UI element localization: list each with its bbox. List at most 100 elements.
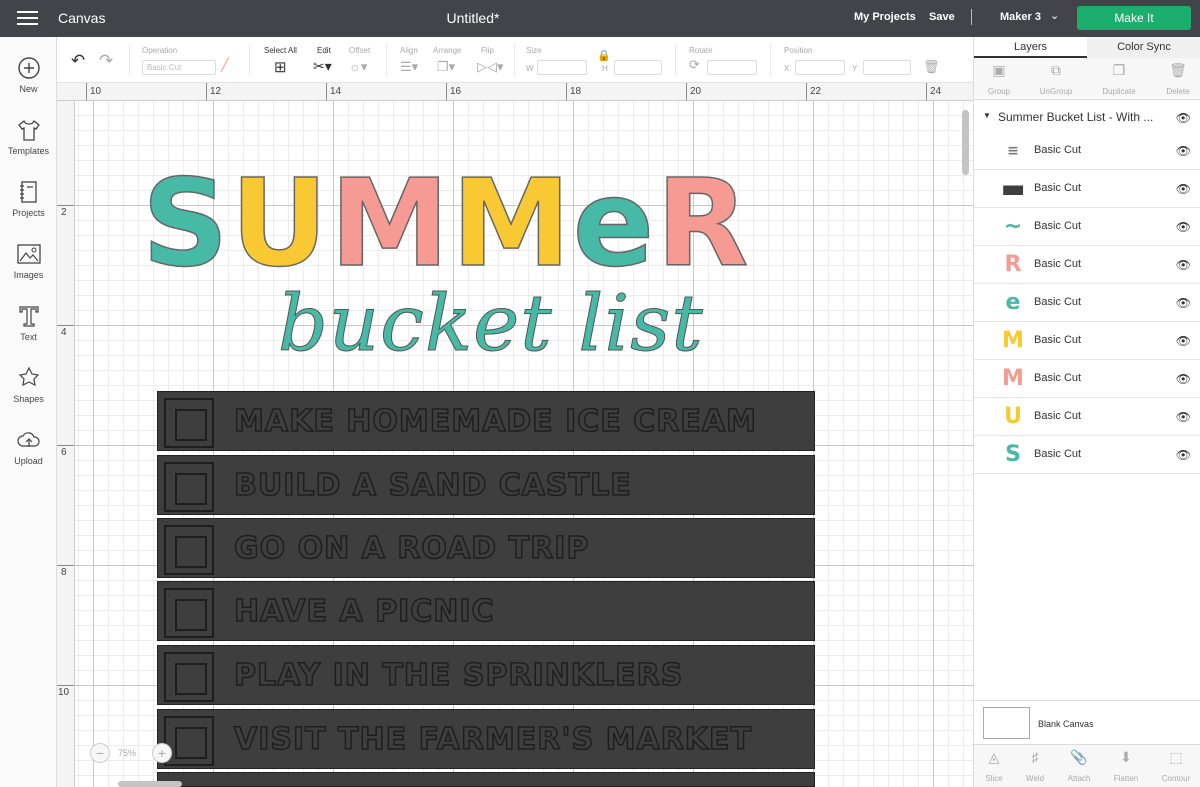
- eye-icon[interactable]: 👁: [1176, 334, 1191, 348]
- ungroup-button[interactable]: ⧉ UnGroup: [1031, 62, 1081, 96]
- document-title[interactable]: Untitled*: [0, 10, 946, 26]
- delete-button[interactable]: 🗑 Delete: [1153, 62, 1200, 96]
- layer-row[interactable]: ~ Basic Cut 👁: [974, 208, 1200, 246]
- eye-icon[interactable]: 👁: [1176, 182, 1191, 196]
- chevron-down-icon[interactable]: ⌄: [1050, 9, 1059, 22]
- attach-button[interactable]: 📎 Attach: [1054, 749, 1104, 783]
- title-letter-s[interactable]: S: [141, 155, 230, 294]
- title-letter-m[interactable]: M: [329, 155, 451, 294]
- blank-canvas-label: Blank Canvas: [1038, 719, 1094, 729]
- layer-row[interactable]: ≡ Basic Cut 👁: [974, 132, 1200, 170]
- flip-icon[interactable]: ▷◁▾: [477, 59, 504, 75]
- divider: [386, 45, 387, 75]
- layer-row[interactable]: R Basic Cut 👁: [974, 246, 1200, 284]
- left-sidebar: New Templates Projects Images Text Shape…: [0, 37, 57, 787]
- eye-icon[interactable]: 👁: [1176, 448, 1191, 462]
- layer-group[interactable]: ▼ Summer Bucket List - With ... 👁: [974, 108, 1200, 128]
- save-button[interactable]: Save: [929, 11, 955, 23]
- layer-row[interactable]: ▬ Basic Cut 👁: [974, 170, 1200, 208]
- weld-button[interactable]: ♯ Weld: [1010, 749, 1060, 783]
- divider: [129, 45, 130, 75]
- sidebar-item-images[interactable]: Images: [0, 241, 57, 280]
- list-item[interactable]: Go on a road trip: [157, 518, 815, 578]
- width-input[interactable]: [537, 60, 587, 75]
- list-item-text: Play in the sprinklers: [233, 657, 684, 694]
- checkbox-shape: [164, 525, 214, 575]
- select-all-icon[interactable]: ⊞: [274, 58, 287, 76]
- eye-icon[interactable]: 👁: [1176, 111, 1191, 125]
- align-icon[interactable]: ☰▾: [400, 59, 418, 75]
- sidebar-item-new[interactable]: New: [0, 55, 57, 94]
- rotate-icon[interactable]: ⟳: [689, 57, 700, 73]
- ruler-number: 24: [930, 86, 942, 97]
- blank-canvas-row[interactable]: Blank Canvas: [974, 700, 1200, 744]
- summer-title[interactable]: SUMMeR: [141, 164, 751, 286]
- sidebar-label: Templates: [7, 146, 50, 156]
- sidebar-item-shapes[interactable]: Shapes: [0, 365, 57, 404]
- eye-icon[interactable]: 👁: [1176, 220, 1191, 234]
- sidebar-item-text[interactable]: Text: [0, 303, 57, 342]
- undo-icon[interactable]: ↶: [71, 51, 85, 71]
- sidebar-label: Text: [20, 332, 37, 342]
- vertical-scrollbar[interactable]: [962, 110, 969, 175]
- layer-list: ▼ Summer Bucket List - With ... 👁 ≡ Basi…: [974, 100, 1200, 700]
- eye-icon[interactable]: 👁: [1176, 372, 1191, 386]
- layer-row[interactable]: M Basic Cut 👁: [974, 322, 1200, 360]
- sidebar-item-upload[interactable]: Upload: [0, 427, 57, 466]
- action-label: Slice: [985, 774, 1003, 783]
- eye-icon[interactable]: 👁: [1176, 144, 1191, 158]
- flatten-button[interactable]: ⬇ Flatten: [1101, 749, 1151, 783]
- title-letter-e[interactable]: e: [572, 155, 656, 294]
- vertical-ruler: 2 4 6 8 10: [57, 101, 75, 787]
- layer-label: Basic Cut: [1034, 258, 1082, 270]
- horizontal-scrollbar[interactable]: [118, 781, 182, 787]
- layer-row[interactable]: S Basic Cut 👁: [974, 436, 1200, 474]
- edit-tools-icon[interactable]: ✂▾: [313, 58, 332, 75]
- title-letter-r[interactable]: R: [655, 155, 750, 294]
- operation-select[interactable]: Basic Cut: [142, 60, 216, 75]
- height-input[interactable]: [614, 60, 662, 75]
- pen-color-icon[interactable]: ╱: [221, 57, 229, 73]
- layer-row[interactable]: U Basic Cut 👁: [974, 398, 1200, 436]
- group-button[interactable]: ▣ Group: [974, 62, 1024, 96]
- my-projects-link[interactable]: My Projects: [854, 11, 916, 23]
- sidebar-item-projects[interactable]: Projects: [0, 179, 57, 218]
- trash-icon[interactable]: 🗑: [923, 59, 940, 75]
- x-input[interactable]: [795, 60, 845, 75]
- rotate-label: Rotate: [689, 46, 713, 55]
- zoom-in-button[interactable]: +: [152, 743, 172, 763]
- layer-row[interactable]: e Basic Cut 👁: [974, 284, 1200, 322]
- title-letter-m[interactable]: M: [451, 155, 572, 294]
- list-item[interactable]: Build a sand castle: [157, 455, 815, 515]
- rotate-input[interactable]: [707, 60, 757, 75]
- contour-button[interactable]: ⬚ Contour: [1151, 749, 1200, 783]
- tab-color-sync[interactable]: Color Sync: [1087, 37, 1200, 58]
- zoom-out-button[interactable]: −: [90, 743, 110, 763]
- canvas-swatch[interactable]: [983, 707, 1030, 739]
- eye-icon[interactable]: 👁: [1176, 410, 1191, 424]
- arrange-icon[interactable]: ❐▾: [437, 59, 455, 75]
- image-icon: [16, 244, 41, 264]
- layer-row[interactable]: M Basic Cut 👁: [974, 360, 1200, 398]
- y-input[interactable]: [863, 60, 911, 75]
- tab-layers[interactable]: Layers: [974, 37, 1087, 58]
- sidebar-item-templates[interactable]: Templates: [0, 117, 57, 156]
- list-item[interactable]: Have a picnic: [157, 581, 815, 641]
- title-letter-u[interactable]: U: [230, 155, 329, 294]
- make-it-button[interactable]: Make It: [1077, 6, 1191, 30]
- caret-down-icon[interactable]: ▼: [983, 111, 991, 120]
- eye-icon[interactable]: 👁: [1176, 296, 1191, 310]
- duplicate-button[interactable]: ❐ Duplicate: [1094, 62, 1144, 96]
- list-item[interactable]: Visit the farmer's market: [157, 709, 815, 769]
- redo-icon[interactable]: ↷: [99, 51, 113, 71]
- list-item[interactable]: [157, 772, 815, 787]
- lock-icon[interactable]: 🔒: [597, 49, 611, 62]
- list-item[interactable]: Play in the sprinklers: [157, 645, 815, 705]
- checkbox-shape: [164, 652, 214, 702]
- offset-icon[interactable]: ☼▾: [349, 59, 367, 75]
- eye-icon[interactable]: 👁: [1176, 258, 1191, 272]
- list-item[interactable]: Make homemade ice cream: [157, 391, 815, 451]
- bucket-list-subtitle[interactable]: bucket list: [278, 285, 704, 364]
- machine-selector[interactable]: Maker 3: [1000, 11, 1041, 23]
- bucket-list-items[interactable]: Make homemade ice cream Build a sand cas…: [157, 391, 815, 787]
